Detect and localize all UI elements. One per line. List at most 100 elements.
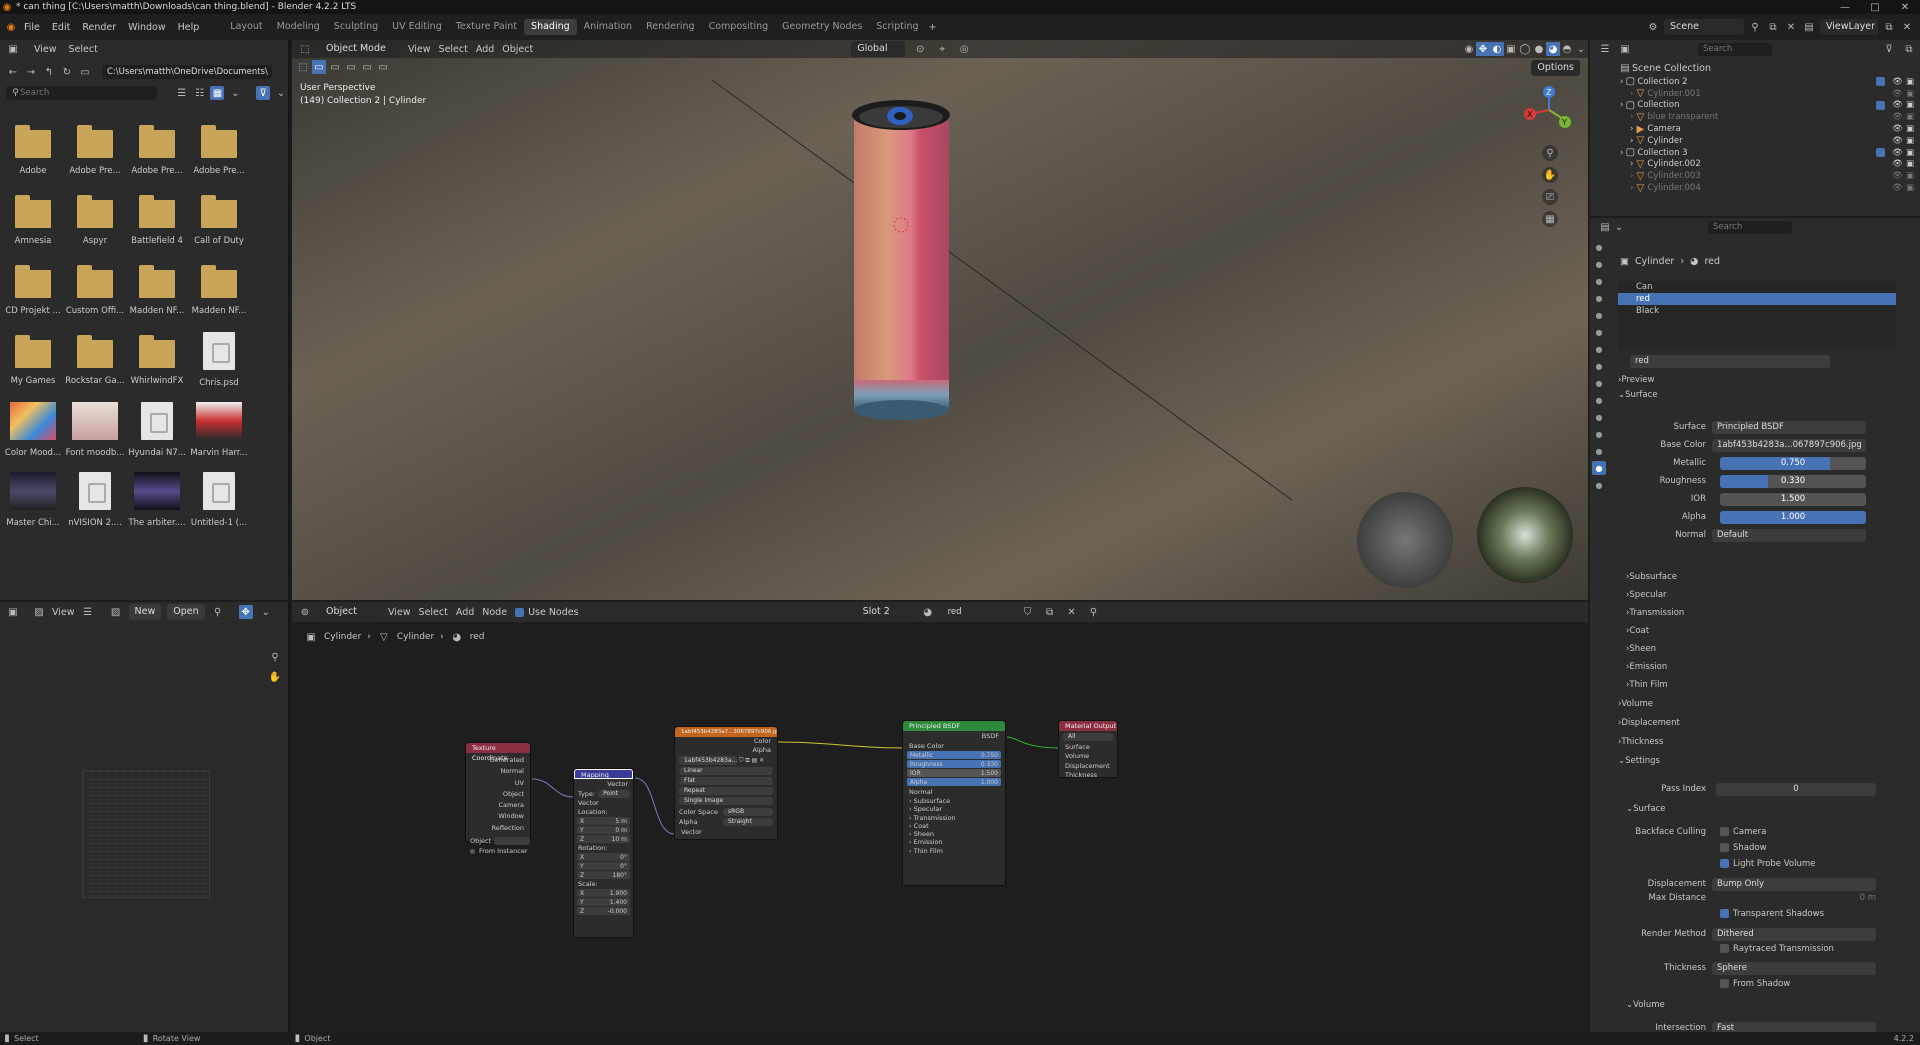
bsdf-input-row[interactable]: Roughness 0.330: [907, 760, 1001, 768]
image-texture-node[interactable]: 1abf453b4283a7...3067897c906.jpg Color A…: [674, 726, 778, 840]
material-slot[interactable]: Can: [1618, 281, 1896, 293]
checkbox-transparent_shadows[interactable]: Transparent Shadows: [1720, 909, 1824, 919]
tab-tool-icon[interactable]: ●: [1592, 240, 1606, 254]
horizontal-list-icon[interactable]: ☷: [193, 86, 207, 100]
new-scene-icon[interactable]: ⧉: [1766, 20, 1780, 34]
checkbox-camera[interactable]: Camera: [1720, 827, 1766, 837]
bsdf-subpanel[interactable]: › Coat: [909, 822, 1005, 830]
blender-menu-icon[interactable]: ◉: [4, 20, 18, 34]
checkbox-light_probe[interactable]: Light Probe Volume: [1720, 859, 1815, 869]
camera-render-icon[interactable]: ▣: [1906, 171, 1914, 181]
file-item[interactable]: Amnesia: [2, 192, 64, 246]
editor-type-icon[interactable]: ☰: [1598, 42, 1612, 56]
subpanel-sheen[interactable]: › Sheen: [1626, 644, 1656, 654]
scene-collection-label[interactable]: Scene Collection: [1632, 62, 1711, 76]
file-item[interactable]: The arbiter....: [126, 472, 188, 528]
new-folder-icon[interactable]: ▭: [78, 65, 92, 79]
chevron-down-icon[interactable]: ⌄: [1612, 220, 1626, 234]
pan-hand-icon[interactable]: ✋: [268, 670, 282, 684]
zoom-icon[interactable]: ⚲: [1542, 145, 1558, 161]
file-item[interactable]: Untitled-1 (...: [188, 472, 250, 528]
pan-hand-icon[interactable]: ✋: [1542, 167, 1558, 183]
eye-icon[interactable]: 👁: [1892, 124, 1903, 134]
editor-type-icon[interactable]: ▣: [6, 605, 20, 619]
camera-render-icon[interactable]: ▣: [1906, 100, 1914, 110]
fb-view-menu[interactable]: View: [34, 44, 57, 55]
exclude-checkbox[interactable]: [1876, 77, 1886, 87]
zoom-icon[interactable]: ⚲: [268, 650, 282, 664]
file-item[interactable]: Hyundai N7...: [126, 402, 188, 458]
editor-type-icon[interactable]: ▣: [6, 42, 20, 56]
camera-render-icon[interactable]: ▣: [1906, 136, 1914, 146]
new-collection-icon[interactable]: ⧉: [1902, 42, 1916, 56]
image-editor-panel[interactable]: ▣ ▨ View ☰ ▨ New Open ⚲ ✥ ⌄ ⚲ ✋: [0, 602, 290, 1032]
output-input[interactable]: Thickness: [1065, 771, 1117, 780]
tex-coord-output[interactable]: Reflection: [466, 823, 524, 834]
tab-shading[interactable]: Shading: [524, 19, 577, 35]
path-field[interactable]: C:\Users\matth\OneDrive\Documents\: [102, 65, 272, 79]
tab-collection-icon[interactable]: ●: [1592, 342, 1606, 356]
tab-object-icon[interactable]: ●: [1592, 359, 1606, 373]
thumbnails-icon[interactable]: ▦: [210, 86, 225, 100]
parent-dir-icon[interactable]: ↰: [42, 65, 56, 79]
file-item[interactable]: nVISION 2....: [64, 472, 126, 528]
checkbox-box[interactable]: [1720, 944, 1729, 953]
checkbox-box[interactable]: [1720, 843, 1729, 852]
eye-icon[interactable]: 👁: [1892, 159, 1903, 169]
fb-select-menu[interactable]: Select: [69, 44, 98, 55]
subpanel-subsurface[interactable]: › Subsurface: [1626, 572, 1677, 582]
subpanel-thin-film[interactable]: › Thin Film: [1626, 680, 1668, 690]
section-thickness[interactable]: › Thickness: [1618, 737, 1663, 747]
mapping-loc-row[interactable]: X 5 m: [577, 817, 630, 825]
file-item[interactable]: Madden NF...: [126, 262, 188, 316]
file-item[interactable]: Master Chi...: [2, 472, 64, 528]
tab-uv-editing[interactable]: UV Editing: [385, 19, 449, 35]
bsdf-subpanel[interactable]: › Emission: [909, 838, 1005, 846]
mapping-scl-row[interactable]: Z -0.000: [577, 907, 630, 915]
eye-icon[interactable]: 👁: [1892, 148, 1903, 158]
mapping-node[interactable]: Mapping Vector Type: Point Vector Locatio…: [573, 768, 634, 938]
can-object[interactable]: [852, 100, 950, 420]
file-item[interactable]: Rockstar Ga...: [64, 332, 126, 386]
prop-field[interactable]: Sphere: [1712, 962, 1876, 975]
exclude-checkbox[interactable]: [1876, 100, 1886, 110]
tab-view-layer-icon[interactable]: ●: [1592, 291, 1606, 305]
mapping-rot-row[interactable]: Y 0°: [577, 862, 630, 870]
file-item[interactable]: Custom Offi...: [64, 262, 126, 316]
uv-view-menu[interactable]: View: [52, 607, 75, 618]
file-item[interactable]: Battlefield 4: [126, 192, 188, 246]
tex-coord-output[interactable]: UV: [466, 778, 524, 789]
file-item[interactable]: Adobe Pre...: [64, 122, 126, 176]
mapping-scl-row[interactable]: Y 1.400: [577, 898, 630, 906]
add-workspace-icon[interactable]: +: [926, 20, 940, 34]
checkbox-box[interactable]: [1720, 909, 1729, 918]
bsdf-header[interactable]: Principled BSDF: [903, 721, 1005, 731]
checkbox-from_shadow[interactable]: From Shadow: [1720, 979, 1790, 989]
camera-render-icon[interactable]: ▣: [1906, 148, 1914, 158]
tab-physics-icon[interactable]: ●: [1592, 410, 1606, 424]
section-settings[interactable]: ⌄ Settings: [1618, 756, 1660, 766]
tex-coord-output[interactable]: Window: [466, 811, 524, 822]
file-item[interactable]: Aspyr: [64, 192, 126, 246]
output-input[interactable]: Displacement: [1065, 762, 1117, 771]
file-item[interactable]: Font moodb...: [64, 402, 126, 458]
tab-scripting[interactable]: Scripting: [869, 19, 925, 35]
mapping-loc-row[interactable]: Z 10 m: [577, 835, 630, 843]
scene-selector[interactable]: Scene: [1664, 19, 1744, 35]
forward-icon[interactable]: →: [24, 65, 38, 79]
tab-material-icon[interactable]: ●: [1592, 461, 1606, 475]
minimize-icon[interactable]: —: [1830, 0, 1860, 14]
bsdf-input-row[interactable]: Alpha 1.000: [907, 778, 1001, 786]
pin-icon[interactable]: ⚲: [1748, 20, 1762, 34]
menu-file[interactable]: File: [18, 22, 46, 33]
file-item[interactable]: Color Mood...: [2, 402, 64, 458]
file-item[interactable]: Adobe Pre...: [126, 122, 188, 176]
mapping-type-field[interactable]: Point: [598, 790, 631, 798]
file-item[interactable]: WhirlwindFX: [126, 332, 188, 386]
image-actions-icon[interactable]: ⛉ ⧉ ▤ ✕: [739, 757, 764, 765]
tab-texture-icon[interactable]: ●: [1592, 478, 1606, 492]
bsdf-subpanel[interactable]: › Sheen: [909, 830, 1005, 838]
tab-output-icon[interactable]: ●: [1592, 274, 1606, 288]
slider-roughness[interactable]: 0.330: [1720, 475, 1866, 488]
delete-viewlayer-icon[interactable]: ✕: [1900, 20, 1914, 34]
